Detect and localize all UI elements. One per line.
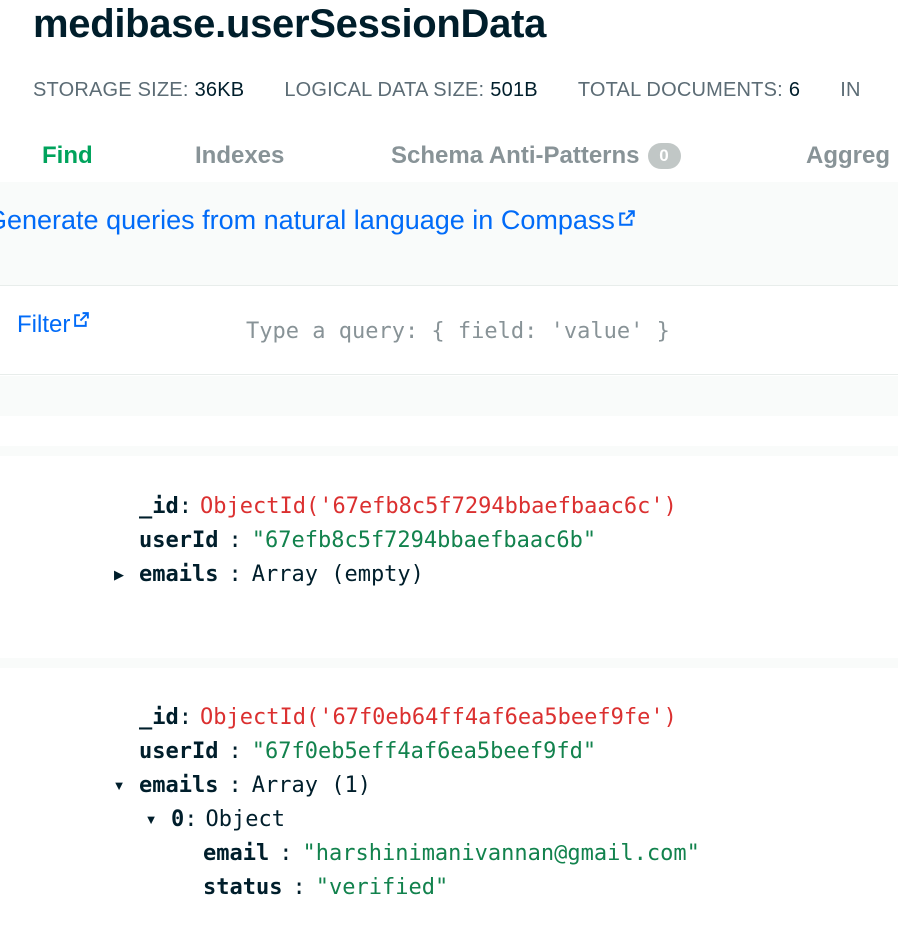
tab-indexes[interactable]: Indexes [195, 138, 284, 174]
filter-bar: Filter [0, 287, 898, 375]
array-item-row: 0: Object [171, 807, 285, 832]
field-value-array: Array (empty) [251, 562, 424, 587]
field-value-string: "harshinimanivannan@gmail.com" [302, 841, 700, 866]
field-value-string: "verified" [315, 875, 449, 900]
document-separator [0, 446, 898, 456]
stat-storage-size: STORAGE SIZE: 36KB [33, 79, 245, 101]
field-value-string: "67f0eb5eff4af6ea5beef9fd" [251, 739, 597, 764]
toolbar-area [0, 376, 898, 416]
collection-title: medibase.userSessionData [33, 2, 547, 46]
filter-query-input[interactable] [238, 305, 898, 357]
collapse-caret-icon[interactable]: ▼ [112, 779, 126, 793]
field-row-email: email: "harshinimanivannan@gmail.com" [203, 841, 700, 866]
generate-queries-link[interactable]: Generate queries from natural language i… [0, 205, 636, 236]
natural-language-banner: Generate queries from natural language i… [0, 182, 898, 286]
field-value-array: Array (1) [251, 773, 371, 798]
field-row-emails: emails: Array (1) [139, 773, 371, 798]
collection-stats: STORAGE SIZE: 36KB LOGICAL DATA SIZE: 501B… [33, 79, 861, 105]
field-value-objectid: ObjectId('67efb8c5f7294bbaefbaac6c') [200, 494, 677, 519]
collection-tabs: Find Indexes Schema Anti-Patterns 0 Aggr… [0, 138, 898, 174]
field-row-id: _id: ObjectId('67f0eb64ff4af6ea5beef9fe') [139, 705, 677, 730]
field-row-status: status: "verified" [203, 875, 449, 900]
document-separator [0, 658, 898, 668]
field-row-emails: emails: Array (empty) [139, 562, 424, 587]
filter-docs-link[interactable]: Filter [17, 311, 90, 339]
stat-logical-data-size: LOGICAL DATA SIZE: 501B [284, 79, 538, 101]
external-link-icon [74, 312, 90, 327]
anti-patterns-count-badge: 0 [647, 143, 681, 169]
tab-aggregation[interactable]: Aggreg [806, 138, 890, 174]
field-row-id: _id: ObjectId('67efb8c5f7294bbaefbaac6c') [139, 494, 677, 519]
field-row-userid: userId: "67efb8c5f7294bbaefbaac6b" [139, 528, 597, 553]
stat-indexes-truncated: IN [840, 79, 861, 101]
field-value-string: "67efb8c5f7294bbaefbaac6b" [251, 528, 597, 553]
field-value-objectid: ObjectId('67f0eb64ff4af6ea5beef9fe') [200, 705, 677, 730]
collapse-caret-icon[interactable]: ▼ [144, 813, 158, 827]
field-value-object: Object [205, 807, 285, 832]
expand-caret-icon[interactable]: ▶ [112, 568, 126, 582]
field-row-userid: userId: "67f0eb5eff4af6ea5beef9fd" [139, 739, 597, 764]
tab-find[interactable]: Find [42, 138, 93, 174]
external-link-icon [619, 210, 635, 226]
stat-total-documents: TOTAL DOCUMENTS: 6 [577, 79, 801, 101]
tab-schema-anti-patterns[interactable]: Schema Anti-Patterns 0 [391, 138, 681, 174]
document-card[interactable]: _id: ObjectId('67efb8c5f7294bbaefbaac6c')… [0, 456, 898, 656]
document-card[interactable]: _id: ObjectId('67f0eb64ff4af6ea5beef9fe')… [0, 668, 898, 946]
